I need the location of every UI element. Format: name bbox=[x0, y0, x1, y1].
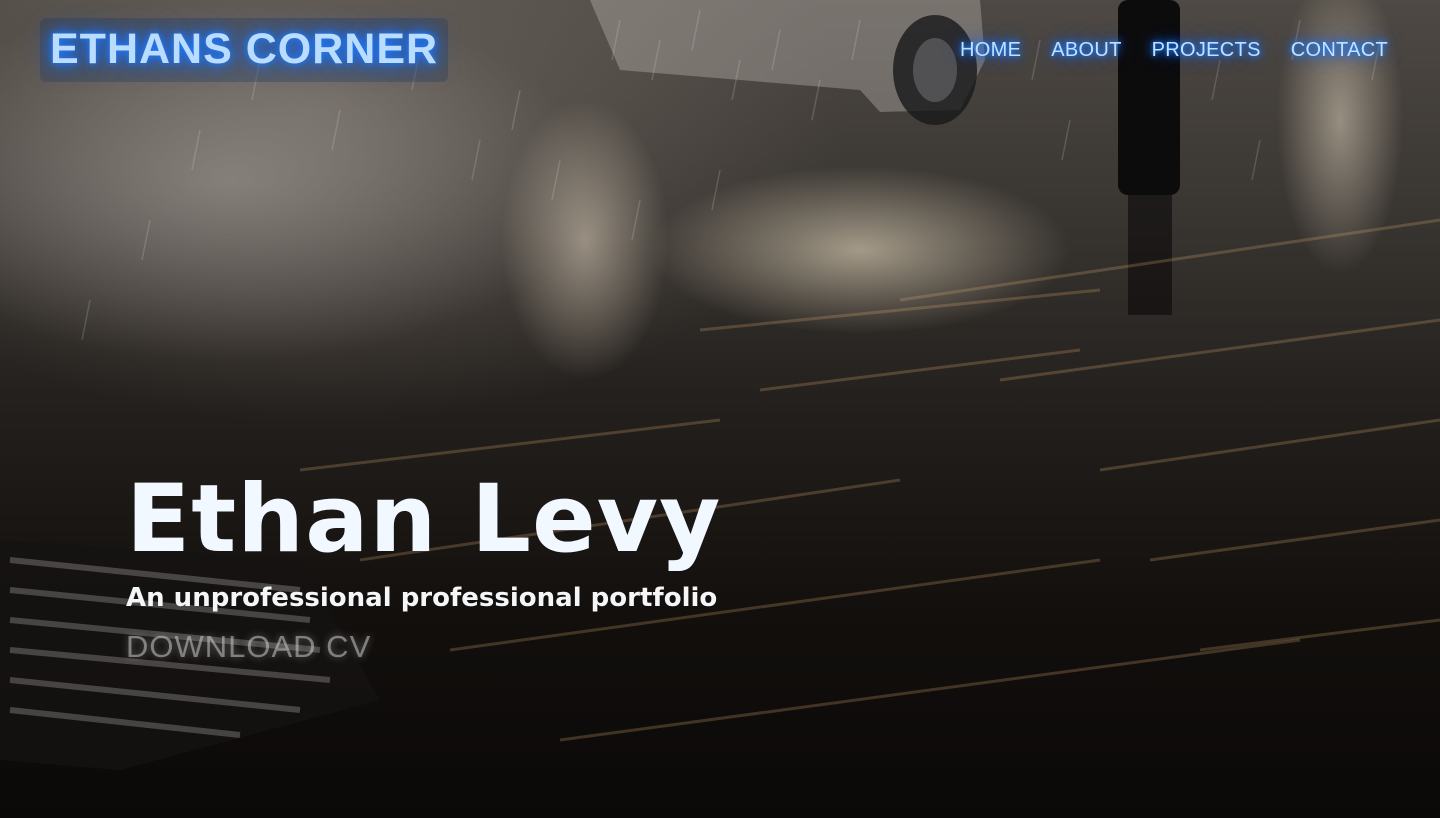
nav-link-home[interactable]: HOME bbox=[960, 34, 1021, 66]
main-nav: HOME ABOUT PROJECTS CONTACT bbox=[960, 34, 1388, 66]
hero-section: ETHANS CORNER HOME ABOUT PROJECTS CONTAC… bbox=[0, 0, 1440, 818]
download-cv-button[interactable]: DOWNLOAD CV bbox=[126, 627, 371, 667]
nav-link-about[interactable]: ABOUT bbox=[1051, 34, 1121, 66]
nav-link-contact[interactable]: CONTACT bbox=[1291, 34, 1388, 66]
hero-tagline: An unprofessional professional portfolio bbox=[126, 583, 718, 613]
hero-content: Ethan Levy An unprofessional professiona… bbox=[126, 455, 721, 667]
site-header: ETHANS CORNER HOME ABOUT PROJECTS CONTAC… bbox=[0, 0, 1440, 100]
nav-link-projects[interactable]: PROJECTS bbox=[1152, 34, 1261, 66]
hero-name-heading: Ethan Levy bbox=[126, 465, 722, 574]
site-logo[interactable]: ETHANS CORNER bbox=[40, 18, 449, 82]
background-rain-street-image bbox=[0, 0, 1440, 770]
